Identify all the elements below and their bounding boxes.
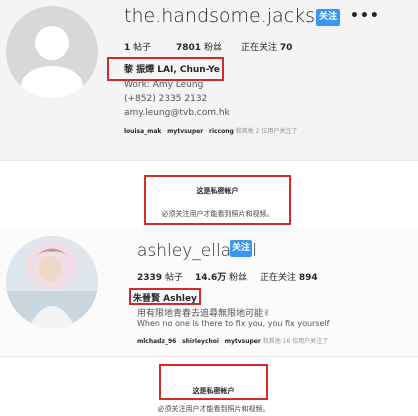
- profile-panel-1: the.handsome.jackson 关注 ••• 1 帖子 7801 粉丝…: [0, 0, 418, 229]
- private-title: 这是私密帐户: [196, 187, 239, 195]
- bio-link[interactable]: amy.leung@tvb.com.hk: [124, 108, 230, 118]
- more-options-icon[interactable]: •••: [350, 8, 380, 24]
- private-title: 这是私密帐户: [192, 387, 235, 395]
- followed-by[interactable]: mlchadz_96 · shirleychoi · mytvsuper 和其他…: [137, 336, 328, 345]
- username: the.handsome.jackson: [124, 5, 339, 27]
- follow-button[interactable]: 关注: [316, 9, 340, 26]
- profile-panel-2: ashley_ellabel 关注 2339 帖子 14.6万 粉丝 正在关注 …: [0, 228, 418, 416]
- posts-stat[interactable]: 1 帖子: [124, 40, 151, 53]
- profile-avatar[interactable]: [6, 236, 98, 328]
- bio-line: Work: Amy Leung: [124, 80, 204, 90]
- bio-line: When no one is there to fix you, you fix…: [137, 319, 330, 328]
- full-name: 黎 振燁 LAI, Chun-Ye: [124, 65, 220, 75]
- posts-stat[interactable]: 2339 帖子: [137, 270, 183, 283]
- bio-line: 用有限地青春去追尋無限地可能✌: [137, 309, 271, 319]
- private-description: 必须关注用户才能看到照片和视频。: [161, 210, 274, 218]
- private-description: 必须关注用户才能看到照片和视频。: [157, 405, 270, 413]
- following-stat[interactable]: 正在关注 70: [241, 40, 292, 53]
- full-name: 朱晉賢 Ashley: [133, 294, 197, 304]
- follow-button[interactable]: 关注: [230, 240, 252, 257]
- following-stat[interactable]: 正在关注 894: [260, 270, 318, 283]
- default-avatar-icon[interactable]: [6, 6, 98, 98]
- followers-stat[interactable]: 7801 粉丝: [176, 40, 222, 53]
- followed-by[interactable]: louisa_mak · mytvsuper · riccong 和其他 2 位…: [124, 126, 297, 135]
- bio-line: (+852) 2335 2132: [124, 94, 208, 104]
- followers-stat[interactable]: 14.6万 粉丝: [195, 270, 247, 283]
